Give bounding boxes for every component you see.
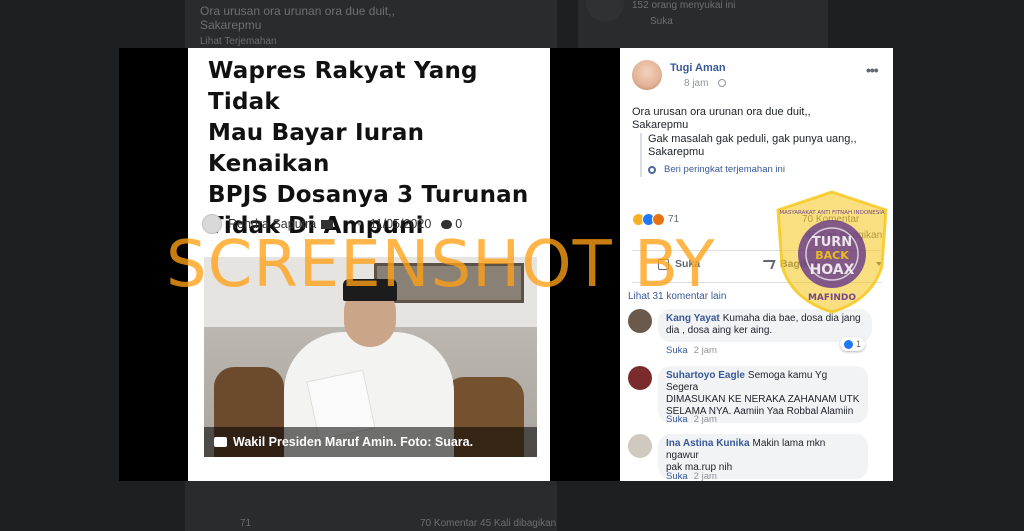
commenter-avatar[interactable] bbox=[628, 366, 652, 390]
background-reaction-count: 71 bbox=[240, 518, 252, 529]
background-post-line1: Ora urusan ora urunan ora due duit,, bbox=[200, 4, 395, 18]
more-options-icon[interactable]: ••• bbox=[866, 62, 879, 78]
article-author: Rendra Saputra bbox=[228, 217, 317, 231]
comment-item: Kang Yayat Kumaha dia bae, dosa dia jang … bbox=[628, 309, 888, 359]
commenter-avatar[interactable] bbox=[628, 309, 652, 333]
comment-item: Suhartoyo Eagle Semoga kamu Yg Segera DIM… bbox=[628, 366, 888, 430]
comment-time[interactable]: 2 jam bbox=[694, 471, 717, 481]
headline-line-2: Mau Bayar Iuran Kenaikan bbox=[208, 120, 425, 177]
post-panel: Tugi Aman 8 jam ••• Ora urusan ora uruna… bbox=[620, 48, 893, 481]
background-post-line2: Sakarepmu bbox=[200, 18, 262, 32]
reaction-count: 71 bbox=[668, 213, 680, 225]
shared-article-image[interactable]: Wapres Rakyat Yang Tidak Mau Bayar Iuran… bbox=[188, 48, 550, 481]
commenter-avatar[interactable] bbox=[628, 434, 652, 458]
comment-bubble: Kang Yayat Kumaha dia bae, dosa dia jang … bbox=[658, 309, 872, 342]
poster-name[interactable]: Tugi Aman bbox=[670, 62, 726, 74]
comment-meta: Suka 2 jam bbox=[666, 345, 717, 356]
chevron-down-icon[interactable] bbox=[876, 262, 882, 266]
like-button[interactable]: Suka bbox=[658, 258, 700, 270]
comment-text-line1: Kumaha dia bae, dosa dia jang bbox=[722, 313, 861, 324]
post-header: Tugi Aman 8 jam ••• bbox=[632, 60, 882, 92]
photo-caption: Wakil Presiden Maruf Amin. Foto: Suara. bbox=[204, 427, 537, 457]
headline-line-1: Wapres Rakyat Yang Tidak bbox=[208, 58, 478, 115]
comment-reaction-count: 1 bbox=[856, 339, 862, 349]
share-button[interactable]: Bagikan bbox=[760, 258, 821, 270]
article-date: 11/05/2020 bbox=[369, 217, 432, 231]
share-count[interactable]: 45 Kali dibagikan bbox=[806, 230, 882, 241]
background-like-button[interactable]: Suka bbox=[650, 16, 673, 27]
see-more-comments-link[interactable]: Lihat 31 komentar lain bbox=[628, 291, 726, 302]
photo-caption-text: Wakil Presiden Maruf Amin. Foto: Suara. bbox=[233, 435, 474, 449]
background-likes-line: 152 orang menyukai ini bbox=[632, 0, 736, 11]
translation-line1: Gak masalah gak peduli, gak punya uang,, bbox=[648, 133, 857, 145]
share-button-label: Bagikan bbox=[780, 258, 821, 270]
post-time[interactable]: 8 jam bbox=[684, 78, 708, 89]
comment-item: Ina Astina Kunika Makin lama mkn ngawur p… bbox=[628, 434, 888, 481]
clock-icon: • bbox=[357, 217, 362, 231]
comment-time[interactable]: 2 jam bbox=[694, 345, 717, 356]
comment-text-line2: dia , dosa aing ker aing. bbox=[666, 325, 773, 336]
post-action-bar: Suka Bagikan bbox=[632, 254, 882, 276]
comment-text-line2: DIMASUKAN KE NERAKA ZAHANAM UTK bbox=[666, 394, 860, 405]
article-photo: Wakil Presiden Maruf Amin. Foto: Suara. bbox=[204, 257, 537, 457]
commenter-name[interactable]: Kang Yayat bbox=[666, 313, 720, 324]
rate-translation-link[interactable]: Beri peringkat terjemahan ini bbox=[648, 163, 880, 176]
comment-icon bbox=[441, 219, 453, 229]
post-text: Ora urusan ora urunan ora due duit,, Sak… bbox=[632, 106, 882, 132]
gear-icon bbox=[648, 165, 656, 174]
comment-like-button[interactable]: Suka bbox=[666, 471, 688, 481]
post-text-line2: Sakarepmu bbox=[632, 119, 689, 131]
like-button-label: Suka bbox=[675, 258, 701, 270]
globe-icon bbox=[718, 79, 726, 87]
like-reaction-icon bbox=[844, 339, 853, 349]
headline-line-3: BPJS Dosanya 3 Turunan bbox=[208, 182, 529, 208]
comment-time[interactable]: 2 jam bbox=[694, 414, 717, 425]
comment-like-button[interactable]: Suka bbox=[666, 414, 688, 425]
poster-avatar[interactable] bbox=[632, 60, 662, 90]
angry-reaction-icon bbox=[652, 212, 665, 226]
divider-top bbox=[632, 250, 882, 251]
translation-line2: Sakarepmu bbox=[648, 146, 705, 158]
background-footer-stats: 70 Komentar 45 Kali dibagikan bbox=[420, 518, 557, 529]
comment-count[interactable]: 70 Komentar bbox=[802, 214, 859, 225]
mail-icon bbox=[321, 219, 334, 229]
rate-translation-label: Beri peringkat terjemahan ini bbox=[664, 164, 785, 175]
comment-meta: Suka 2 jam bbox=[666, 471, 717, 481]
photo-person-cap bbox=[343, 279, 397, 301]
commenter-name[interactable]: Suhartoyo Eagle bbox=[666, 370, 745, 381]
author-avatar-icon bbox=[202, 214, 222, 234]
share-icon bbox=[760, 259, 776, 269]
comment-like-button[interactable]: Suka bbox=[666, 345, 688, 356]
post-text-line1: Ora urusan ora urunan ora due duit,, bbox=[632, 106, 811, 118]
comment-meta: Suka 2 jam bbox=[666, 414, 717, 425]
post-translation: Gak masalah gak peduli, gak punya uang,,… bbox=[640, 133, 880, 177]
article-comment-count: 0 bbox=[455, 217, 463, 231]
camera-icon bbox=[214, 437, 227, 447]
background-see-translation[interactable]: Lihat Terjemahan bbox=[200, 36, 277, 47]
comment-reaction-badge[interactable]: 1 bbox=[840, 337, 866, 351]
thumbs-up-icon bbox=[658, 258, 669, 270]
commenter-name[interactable]: Ina Astina Kunika bbox=[666, 438, 750, 449]
divider-bottom bbox=[632, 282, 882, 283]
article-byline: Rendra Saputra • 11/05/2020 0 bbox=[202, 213, 542, 235]
